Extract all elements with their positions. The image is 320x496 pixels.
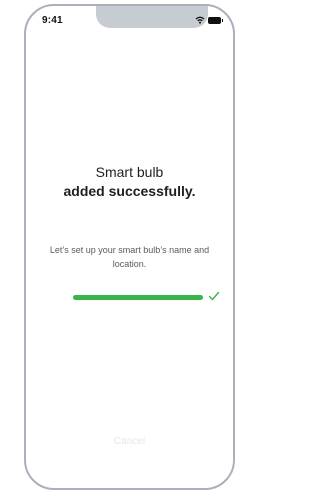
status-icons [195,16,223,24]
battery-icon [208,16,223,24]
status-time: 9:41 [42,15,63,26]
phone-frame: 9:41 Smart bulb added successfully. Let’… [24,4,235,490]
wifi-icon [195,16,205,24]
check-icon [208,291,220,301]
notch [96,6,208,28]
setup-description: Let’s set up your smart bulb’s name and … [49,245,210,269]
title-line-1: Smart bulb [95,164,164,180]
progress-bar [73,295,203,300]
progress-bar-fill [73,295,203,300]
title-line-2: added successfully. [63,183,196,199]
cancel-button[interactable]: Cancel [26,436,233,447]
